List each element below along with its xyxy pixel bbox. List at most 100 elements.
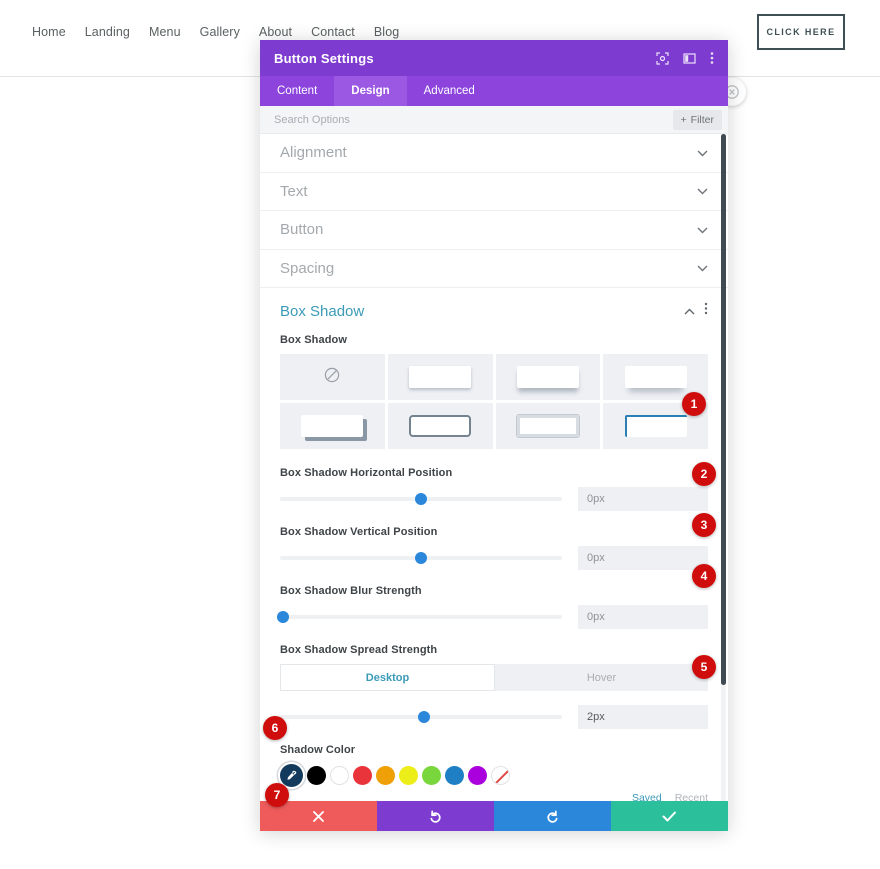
slider-blur-strength-knob[interactable]	[276, 611, 289, 623]
close-icon	[313, 810, 324, 822]
preset-shadow-soft-1[interactable]	[387, 354, 493, 400]
redo-icon	[547, 810, 558, 823]
fullscreen-icon[interactable]	[656, 51, 669, 65]
shadow-color-meta-row: ... Saved Recent	[280, 790, 708, 802]
input-spread-strength[interactable]: 2px	[578, 705, 708, 729]
nav-item-gallery[interactable]: Gallery	[200, 25, 240, 39]
split-view-icon[interactable]	[683, 52, 696, 65]
accordion-spacing-label: Spacing	[280, 259, 335, 277]
undo-button[interactable]	[377, 801, 494, 831]
swatch-green[interactable]	[422, 766, 441, 785]
annotation-badge-4: 4	[692, 564, 716, 588]
slider-spread-strength-track[interactable]	[280, 711, 562, 723]
slider-vertical-position-label: Box Shadow Vertical Position	[280, 526, 438, 538]
redo-button[interactable]	[494, 801, 611, 831]
tab-advanced[interactable]: Advanced	[407, 76, 492, 106]
swatch-red[interactable]	[353, 766, 372, 785]
annotation-badge-6: 6	[263, 716, 287, 740]
swatch-selected-color-picker[interactable]	[280, 764, 303, 787]
nav-item-landing[interactable]: Landing	[85, 25, 130, 39]
plus-icon: +	[680, 113, 687, 126]
filter-button[interactable]: + Filter	[672, 109, 722, 130]
nav-item-blog[interactable]: Blog	[374, 25, 399, 39]
button-settings-modal: Button Settings Content Design Advanced …	[260, 40, 728, 831]
preset-none[interactable]	[280, 354, 385, 400]
swatch-black[interactable]	[307, 766, 326, 785]
nav-item-about[interactable]: About	[259, 25, 292, 39]
swatch-purple[interactable]	[468, 766, 487, 785]
preset-shadow-inset[interactable]	[495, 403, 601, 449]
swatch-none[interactable]	[491, 766, 510, 785]
accordion-alignment[interactable]: Alignment	[260, 134, 728, 173]
save-button[interactable]	[611, 801, 728, 831]
more-options-icon[interactable]	[710, 51, 714, 65]
preset-shadow-soft-2[interactable]	[495, 354, 601, 400]
filter-label: Filter	[690, 113, 714, 126]
saved-colors-tab[interactable]: Saved	[632, 792, 662, 801]
box-shadow-preset-grid	[280, 354, 708, 449]
section-box-shadow-header[interactable]: Box Shadow	[280, 302, 708, 320]
chevron-down-icon	[697, 221, 708, 239]
slider-horizontal-position: Box Shadow Horizontal Position 0px	[280, 467, 708, 511]
modal-tabs: Content Design Advanced	[260, 76, 728, 106]
input-blur-strength[interactable]: 0px	[578, 605, 708, 629]
input-vertical-position[interactable]: 0px	[578, 546, 708, 570]
titlebar-icon-group	[656, 51, 714, 65]
slider-spread-strength-knob[interactable]	[417, 711, 430, 723]
section-more-icon[interactable]	[704, 302, 708, 320]
slider-horizontal-position-label: Box Shadow Horizontal Position	[280, 467, 453, 479]
modal-titlebar: Button Settings	[260, 40, 728, 76]
modal-scrollbar-thumb[interactable]	[721, 134, 726, 685]
tab-content[interactable]: Content	[260, 76, 334, 106]
preset-shadow-outline[interactable]	[387, 403, 493, 449]
recent-colors-tab[interactable]: Recent	[675, 792, 708, 801]
slider-horizontal-position-track[interactable]	[280, 493, 562, 505]
undo-icon	[430, 810, 441, 823]
slider-vertical-position-knob[interactable]	[415, 552, 427, 564]
section-box-shadow: Box Shadow Box Shadow Box Shadow Horizon…	[260, 288, 728, 801]
click-here-button[interactable]: CLICK HERE	[757, 14, 845, 50]
modal-scroll-body: Alignment Text Button Spacing Box Shadow…	[260, 134, 728, 801]
preset-shadow-bottom[interactable]	[280, 403, 385, 449]
state-tab-desktop[interactable]: Desktop	[280, 664, 495, 691]
input-horizontal-position[interactable]: 0px	[578, 487, 708, 511]
swatch-orange[interactable]	[376, 766, 395, 785]
annotation-badge-2: 2	[692, 462, 716, 486]
annotation-badge-5: 5	[692, 655, 716, 679]
slider-spread-strength-label: Box Shadow Spread Strength	[280, 644, 438, 656]
slider-vertical-position: Box Shadow Vertical Position 0px	[280, 526, 708, 570]
box-shadow-preset-label: Box Shadow	[280, 334, 348, 346]
section-header-icons	[684, 302, 708, 320]
accordion-alignment-label: Alignment	[280, 144, 347, 162]
tab-design[interactable]: Design	[334, 76, 407, 106]
slider-vertical-position-track[interactable]	[280, 552, 562, 564]
accordion-text[interactable]: Text	[260, 173, 728, 211]
chevron-up-icon[interactable]	[684, 302, 695, 320]
section-box-shadow-title: Box Shadow	[280, 302, 365, 320]
check-icon	[662, 811, 676, 821]
slider-horizontal-position-knob[interactable]	[415, 493, 427, 505]
nav-item-menu[interactable]: Menu	[149, 25, 181, 39]
modal-footer	[260, 801, 728, 831]
nav-item-home[interactable]: Home	[32, 25, 66, 39]
swatch-white[interactable]	[330, 766, 349, 785]
state-tab-hover[interactable]: Hover	[495, 664, 708, 691]
eyedropper-icon	[287, 770, 297, 780]
slider-blur-strength-track[interactable]	[276, 611, 562, 623]
chevron-down-icon	[697, 144, 708, 162]
accordion-button[interactable]: Button	[260, 211, 728, 250]
accordion-button-label: Button	[280, 221, 324, 239]
annotation-badge-1: 1	[682, 392, 706, 416]
slider-blur-strength-label: Box Shadow Blur Strength	[280, 585, 422, 597]
annotation-badge-7: 7	[265, 783, 289, 807]
search-input[interactable]	[274, 113, 673, 126]
accordion-spacing[interactable]: Spacing	[260, 250, 728, 288]
shadow-color-swatches	[280, 764, 708, 787]
device-state-toggle: Desktop Hover	[280, 664, 708, 691]
search-row: + Filter	[260, 106, 728, 134]
swatch-blue[interactable]	[445, 766, 464, 785]
modal-scrollbar[interactable]	[721, 134, 726, 801]
swatch-yellow[interactable]	[399, 766, 418, 785]
modal-title: Button Settings	[274, 50, 374, 66]
nav-item-contact[interactable]: Contact	[311, 25, 355, 39]
